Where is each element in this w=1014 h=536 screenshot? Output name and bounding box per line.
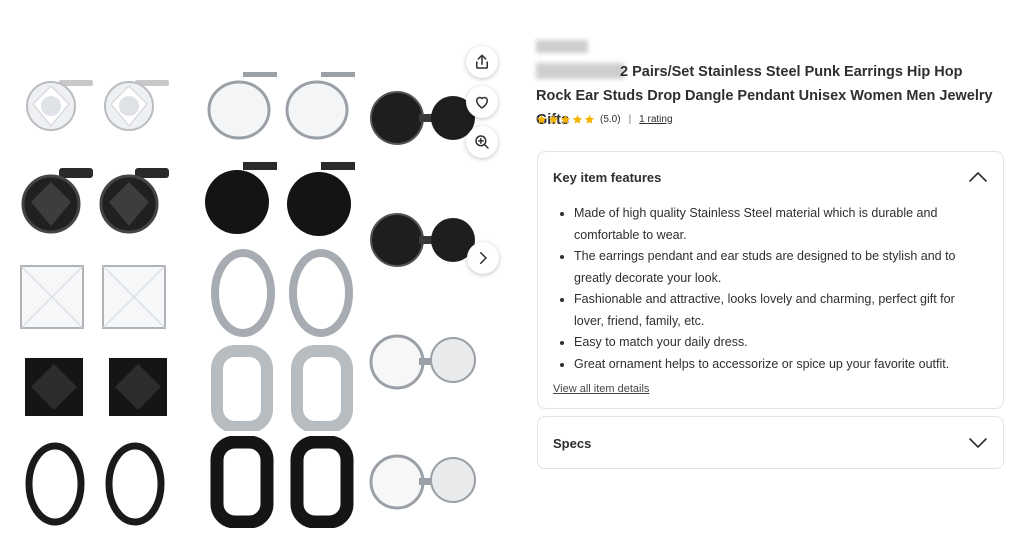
silver-hoop-pair bbox=[198, 246, 368, 338]
redacted-brand bbox=[536, 40, 588, 53]
next-image-button[interactable] bbox=[467, 242, 499, 274]
chevron-right-icon bbox=[480, 252, 487, 264]
star-icon bbox=[548, 114, 559, 124]
square-crystal-stud-pair bbox=[12, 250, 182, 342]
silver-barbell-stud-1 bbox=[362, 312, 482, 404]
share-icon bbox=[476, 54, 488, 69]
star-icon bbox=[536, 114, 547, 124]
zoom-in-icon bbox=[475, 135, 489, 149]
favorite-button[interactable] bbox=[466, 86, 498, 118]
list-item: Easy to match your daily dress. bbox=[574, 332, 984, 354]
key-features-title: Key item features bbox=[553, 169, 662, 185]
share-button[interactable] bbox=[466, 46, 498, 78]
black-crystal-stud-pair bbox=[12, 154, 182, 246]
specs-title: Specs bbox=[553, 435, 592, 451]
features-list: Made of high quality Stainless Steel mat… bbox=[574, 203, 984, 375]
black-huggie-pair bbox=[198, 436, 368, 528]
key-features-panel: Key item features Made of high quality S… bbox=[537, 151, 1004, 409]
heart-icon bbox=[476, 96, 488, 109]
key-features-header[interactable]: Key item features bbox=[553, 166, 988, 188]
view-all-details-link[interactable]: View all item details bbox=[553, 383, 649, 395]
black-square-stud-pair bbox=[12, 342, 182, 434]
specs-panel: Specs bbox=[537, 416, 1004, 469]
list-item: Fashionable and attractive, looks lovely… bbox=[574, 289, 984, 332]
black-barbell-stud-1 bbox=[362, 70, 482, 162]
zoom-button[interactable] bbox=[466, 126, 498, 158]
rating-separator: | bbox=[628, 113, 632, 125]
earring-collage-image bbox=[12, 60, 502, 528]
silver-disc-stud-pair bbox=[198, 60, 368, 152]
rating-summary: (5.0) | 1 rating bbox=[536, 112, 673, 126]
black-hoop-pair bbox=[12, 436, 182, 528]
rating-count-link[interactable]: 1 rating bbox=[639, 114, 672, 125]
chevron-up-icon[interactable] bbox=[968, 171, 988, 183]
star-icon bbox=[560, 114, 571, 124]
silver-barbell-stud-2 bbox=[362, 432, 482, 524]
black-disc-stud-pair bbox=[198, 154, 368, 246]
star-icon bbox=[572, 114, 583, 124]
crystal-stud-pair bbox=[12, 60, 182, 152]
product-image-gallery[interactable] bbox=[0, 0, 512, 536]
list-item: Made of high quality Stainless Steel mat… bbox=[574, 203, 984, 246]
chevron-down-icon[interactable] bbox=[968, 437, 988, 449]
star-rating bbox=[536, 114, 595, 125]
specs-header[interactable]: Specs bbox=[553, 431, 988, 455]
rating-value: (5.0) bbox=[600, 113, 621, 125]
list-item: The earrings pendant and ear studs are d… bbox=[574, 246, 984, 289]
black-barbell-stud-2 bbox=[362, 190, 482, 282]
star-icon bbox=[584, 114, 595, 124]
silver-huggie-pair bbox=[198, 342, 368, 434]
list-item: Great ornament helps to accessorize or s… bbox=[574, 354, 984, 376]
